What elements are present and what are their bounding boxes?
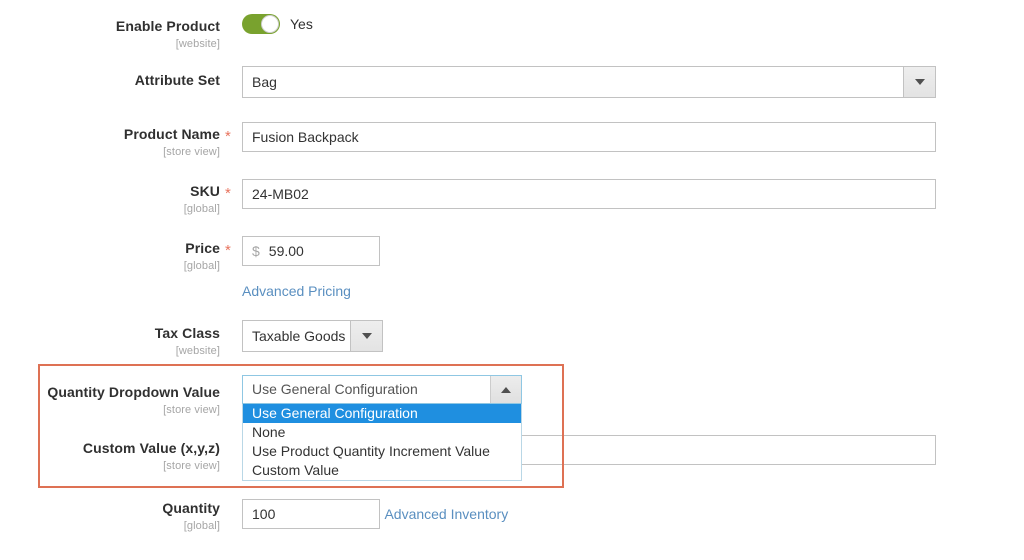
tax-class-scope: [website] (175, 345, 220, 357)
quantity-dropdown-toggle-button[interactable] (490, 376, 521, 403)
product-edit-form: Enable Product [website] Yes Attribute S… (0, 0, 1024, 560)
quantity-dropdown-control[interactable]: Use General Configuration (242, 375, 522, 404)
quantity-dropdown-scope: [store view] (163, 404, 220, 416)
sku-label-group: SKU * [global] (0, 183, 231, 215)
product-name-field (242, 122, 936, 152)
quantity-dropdown-label-group: Quantity Dropdown Value [store view] (0, 384, 220, 416)
advanced-inventory-link[interactable]: Advanced Inventory (384, 506, 508, 522)
attribute-set-field: Bag (242, 66, 936, 98)
enable-product-toggle-label: Yes (290, 16, 313, 32)
advanced-pricing-link[interactable]: Advanced Pricing (242, 283, 351, 299)
quantity-dropdown-option[interactable]: Custom Value (243, 461, 521, 480)
product-name-scope: [store view] (163, 146, 220, 158)
quantity-field: Advanced Inventory (242, 492, 508, 529)
custom-value-label: Custom Value (x,y,z) (82, 440, 220, 456)
quantity-dropdown-option[interactable]: None (243, 423, 521, 442)
quantity-dropdown-option[interactable]: Use Product Quantity Increment Value (243, 442, 521, 461)
price-input-wrapper[interactable]: $ 59.00 (242, 236, 380, 266)
chevron-down-icon (914, 79, 925, 85)
custom-value-label-group: Custom Value (x,y,z) [store view] (0, 440, 220, 472)
attribute-set-label-group: Attribute Set (0, 72, 220, 90)
chevron-up-icon (501, 386, 511, 393)
quantity-dropdown-option-list[interactable]: Use General Configuration None Use Product… (242, 404, 522, 481)
sku-field (242, 179, 936, 209)
price-scope: [global] (183, 260, 220, 272)
sku-input[interactable] (242, 179, 936, 209)
attribute-set-value[interactable]: Bag (242, 66, 903, 98)
enable-product-scope: [website] (175, 38, 220, 50)
enable-product-field: Yes (242, 14, 313, 34)
tax-class-field: Taxable Goods (242, 320, 383, 352)
sku-scope: [global] (183, 203, 220, 215)
attribute-set-label: Attribute Set (134, 72, 220, 88)
quantity-input[interactable] (242, 499, 380, 529)
quantity-scope: [global] (183, 520, 220, 532)
product-name-label-group: Product Name * [store view] (0, 126, 231, 158)
price-field: $ 59.00 Advanced Pricing (242, 236, 380, 301)
sku-required-asterisk: * (225, 185, 231, 202)
tax-class-label: Tax Class (154, 325, 220, 341)
price-currency-symbol: $ (252, 243, 260, 259)
quantity-dropdown-option[interactable]: Use General Configuration (243, 404, 521, 423)
price-label-group: Price * [global] (0, 240, 231, 272)
attribute-set-select[interactable]: Bag (242, 66, 936, 98)
chevron-down-icon (361, 333, 372, 339)
attribute-set-dropdown-button[interactable] (903, 66, 936, 98)
custom-value-scope: [store view] (163, 460, 220, 472)
tax-class-select[interactable]: Taxable Goods (242, 320, 383, 352)
product-name-required-asterisk: * (225, 128, 231, 145)
price-label: Price (185, 240, 220, 256)
quantity-dropdown-selected-value[interactable]: Use General Configuration (243, 376, 490, 403)
enable-product-toggle-wrap: Yes (242, 14, 313, 34)
tax-class-value[interactable]: Taxable Goods (242, 320, 350, 352)
quantity-label-group: Quantity [global] (0, 500, 220, 532)
quantity-label: Quantity (162, 500, 220, 516)
sku-label: SKU (190, 183, 220, 199)
tax-class-label-group: Tax Class [website] (0, 325, 220, 357)
quantity-dropdown-label: Quantity Dropdown Value (47, 384, 220, 400)
enable-product-toggle[interactable] (242, 14, 280, 34)
quantity-dropdown-combobox[interactable]: Use General Configuration Use General Co… (242, 375, 522, 481)
product-name-label: Product Name (123, 126, 220, 142)
price-input-value[interactable]: 59.00 (269, 243, 304, 259)
product-name-input[interactable] (242, 122, 936, 152)
enable-product-label-group: Enable Product [website] (0, 18, 220, 50)
tax-class-dropdown-button[interactable] (350, 320, 383, 352)
price-required-asterisk: * (225, 242, 231, 259)
enable-product-label: Enable Product (115, 18, 220, 34)
toggle-knob-icon (261, 15, 279, 33)
